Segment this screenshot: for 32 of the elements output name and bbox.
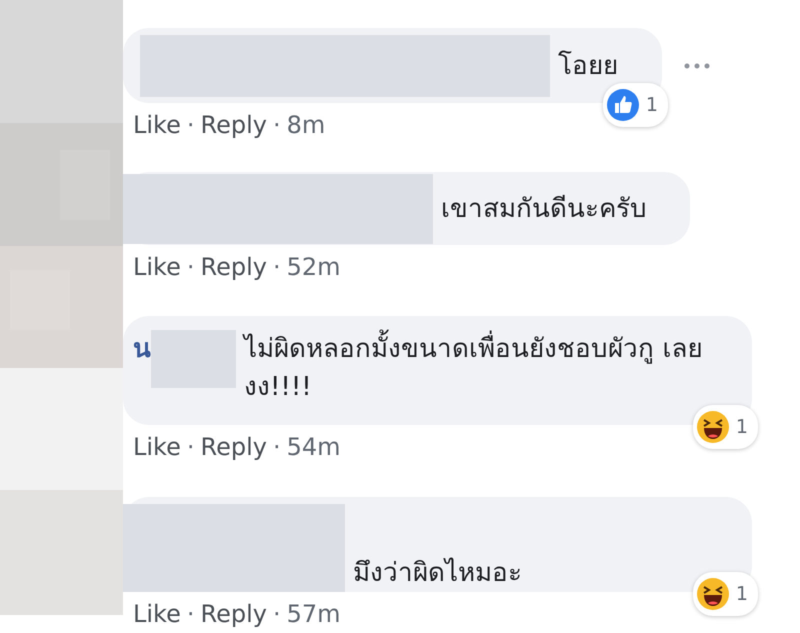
timestamp[interactable]: 57m <box>286 600 341 628</box>
comment-text: มึงว่าผิดไหมอะ <box>353 556 523 590</box>
laughing-face-icon <box>696 410 730 444</box>
reaction-badge[interactable]: 1 <box>692 572 758 616</box>
timestamp[interactable]: 8m <box>286 111 326 139</box>
like-link[interactable]: Like <box>133 111 181 139</box>
reaction-badge[interactable]: 1 <box>602 83 668 127</box>
timestamp[interactable]: 54m <box>286 433 341 461</box>
commenter-name[interactable]: น <box>133 330 151 368</box>
reply-link[interactable]: Reply <box>200 600 267 628</box>
comment-text: โอยย <box>558 50 619 82</box>
comment-text: ไม่ผิดหลอกมั้งขนาดเพื่อนยังชอบผัวกู เลยงง!!!! <box>244 330 730 406</box>
like-link[interactable]: Like <box>133 600 181 628</box>
separator-dot: · <box>186 111 194 139</box>
like-link[interactable]: Like <box>133 253 181 281</box>
timestamp[interactable]: 52m <box>286 253 341 281</box>
more-options-icon[interactable] <box>684 62 710 68</box>
reply-link[interactable]: Reply <box>200 433 267 461</box>
separator-dot: · <box>272 253 281 281</box>
reply-link[interactable]: Reply <box>200 253 267 281</box>
separator-dot: · <box>186 433 194 461</box>
like-link[interactable]: Like <box>133 433 181 461</box>
separator-dot: · <box>272 111 281 139</box>
separator-dot: · <box>186 600 194 628</box>
separator-dot: · <box>186 253 194 281</box>
laughing-face-icon <box>696 577 730 611</box>
reply-link[interactable]: Reply <box>200 111 267 139</box>
separator-dot: · <box>272 433 281 461</box>
reaction-badge[interactable]: 1 <box>692 405 758 449</box>
comment-text: เขาสมกันดีนะครับ <box>441 192 648 226</box>
thumbs-up-icon <box>606 88 640 122</box>
separator-dot: · <box>272 600 281 628</box>
